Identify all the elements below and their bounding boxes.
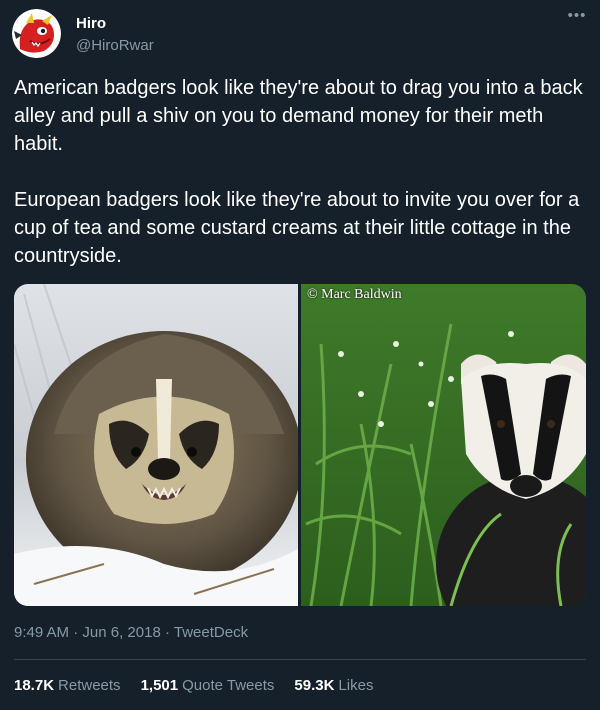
avatar[interactable] — [12, 9, 61, 58]
ellipsis-icon: ••• — [567, 7, 587, 24]
european-badger-photo[interactable]: © Marc Baldwin — [301, 284, 586, 606]
likes-stat[interactable]: 59.3K Likes — [294, 677, 373, 694]
tweet-time[interactable]: 9:49 AM — [14, 624, 69, 641]
divider — [14, 659, 586, 660]
retweets-stat[interactable]: 18.7K Retweets — [14, 677, 121, 694]
meta-separator: · — [73, 624, 83, 641]
european-badger-in-grass-image — [301, 284, 586, 606]
quote-tweets-count: 1,501 — [140, 677, 179, 694]
tweet-media: © Marc Baldwin — [14, 284, 586, 606]
american-badger-photo[interactable] — [14, 284, 301, 606]
more-options-button[interactable]: ••• — [566, 8, 588, 27]
tweet-header: Hiro @HiroRwar ••• — [12, 8, 588, 59]
tweet-paragraph: American badgers look like they're about… — [14, 77, 583, 155]
american-badger-in-snow-image — [14, 284, 298, 606]
tweet-source[interactable]: TweetDeck — [174, 624, 248, 641]
tweet-stats: 18.7K Retweets 1,501 Quote Tweets 59.3K Lik… — [14, 677, 373, 694]
likes-label: Likes — [338, 677, 374, 694]
tweet-date[interactable]: Jun 6, 2018 — [82, 624, 160, 641]
quote-tweets-stat[interactable]: 1,501 Quote Tweets — [141, 677, 275, 694]
tweet-body: American badgers look like they're about… — [14, 74, 586, 270]
likes-count: 59.3K — [294, 677, 335, 694]
tweet-paragraph: European badgers look like they're about… — [14, 189, 580, 267]
photo-watermark: © Marc Baldwin — [307, 287, 402, 302]
meta-separator: · — [164, 624, 174, 641]
retweets-count: 18.7K — [14, 677, 55, 694]
author-handle[interactable]: @HiroRwar — [76, 37, 154, 54]
tweet-metadata: 9:49 AM · Jun 6, 2018 · TweetDeck — [14, 624, 248, 641]
retweets-label: Retweets — [58, 677, 121, 694]
quote-tweets-label: Quote Tweets — [182, 677, 275, 694]
red-dragon-avatar-icon — [12, 9, 61, 58]
author-name[interactable]: Hiro — [76, 15, 106, 32]
